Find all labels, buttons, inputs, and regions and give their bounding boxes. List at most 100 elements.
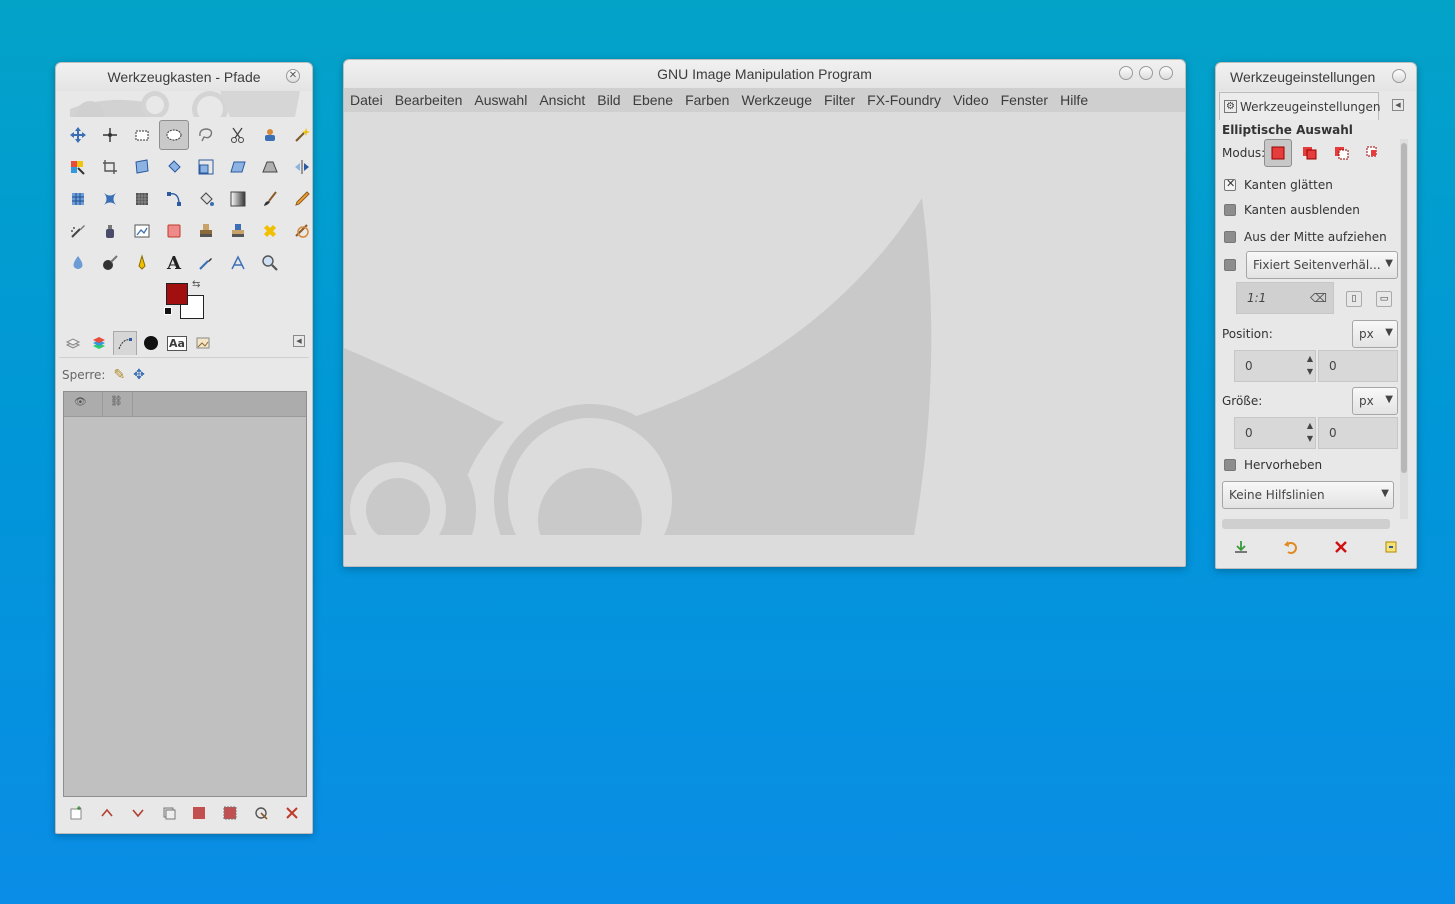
menu-bild[interactable]: Bild bbox=[591, 88, 626, 112]
antialias-checkbox[interactable] bbox=[1224, 177, 1236, 191]
new-path-button[interactable] bbox=[68, 805, 84, 824]
perspective-clone-tool-button[interactable] bbox=[287, 216, 317, 246]
clear-ratio-icon[interactable]: ⌫ bbox=[1310, 283, 1327, 313]
raise-path-button[interactable] bbox=[99, 805, 115, 824]
dock-menu-icon[interactable]: ◀ bbox=[293, 335, 305, 347]
minimize-button[interactable] bbox=[1119, 66, 1133, 80]
size-h-input[interactable]: 0 bbox=[1318, 417, 1398, 449]
layers-tab[interactable] bbox=[61, 331, 85, 355]
maximize-button[interactable] bbox=[1139, 66, 1153, 80]
options-titlebar[interactable]: Werkzeugeinstellungen bbox=[1216, 63, 1416, 91]
menu-hilfe[interactable]: Hilfe bbox=[1054, 88, 1094, 112]
portrait-button[interactable]: ▯ bbox=[1346, 291, 1362, 307]
size-unit-combo[interactable]: px ▼ bbox=[1352, 387, 1398, 415]
reset-options-button[interactable] bbox=[1383, 539, 1399, 558]
text-tool-button[interactable]: A bbox=[159, 248, 189, 278]
duplicate-path-button[interactable] bbox=[161, 805, 177, 824]
feather-row[interactable]: Kanten ausblenden bbox=[1224, 203, 1360, 217]
channels-tab[interactable] bbox=[87, 331, 111, 355]
options-close-button[interactable] bbox=[1392, 69, 1406, 83]
menu-werkzeuge[interactable]: Werkzeuge bbox=[735, 88, 818, 112]
fixed-checkbox[interactable] bbox=[1224, 259, 1236, 271]
mode-replace-button[interactable] bbox=[1264, 139, 1292, 167]
options-scrollbar[interactable] bbox=[1400, 139, 1408, 519]
images-tab[interactable] bbox=[191, 331, 215, 355]
delete-path-button[interactable] bbox=[284, 805, 300, 824]
ellipse-select-tool-button[interactable] bbox=[159, 120, 189, 150]
default-colors-icon[interactable] bbox=[164, 307, 172, 315]
expand-center-checkbox[interactable] bbox=[1224, 231, 1236, 243]
brushes-tab[interactable] bbox=[139, 331, 163, 355]
heal-bandage-tool-button[interactable] bbox=[255, 216, 285, 246]
cage-transform-tool-button[interactable] bbox=[63, 184, 93, 214]
mypaint-brush-tool-button[interactable] bbox=[127, 216, 157, 246]
options-h-scrollbar[interactable] bbox=[1222, 519, 1390, 529]
toolbox-close-button[interactable]: ✕ bbox=[286, 69, 300, 83]
chain-column-icon[interactable]: ⛓ bbox=[110, 396, 123, 407]
toolbox-titlebar[interactable]: Werkzeugkasten - Pfade ✕ bbox=[56, 63, 312, 91]
menu-datei[interactable]: Datei bbox=[344, 88, 389, 112]
paintbrush-tool-button[interactable] bbox=[255, 184, 285, 214]
lasso-tool-button[interactable] bbox=[191, 120, 221, 150]
lock-position-icon[interactable]: ✥ bbox=[133, 367, 145, 383]
flip-tool-button[interactable] bbox=[287, 152, 317, 182]
guides-combo[interactable]: Keine Hilfslinien ▼ bbox=[1222, 481, 1394, 509]
position-y-input[interactable]: 0 bbox=[1318, 350, 1398, 382]
zoom-tool-button[interactable] bbox=[255, 248, 285, 278]
expand-center-row[interactable]: Aus der Mitte aufziehen bbox=[1224, 230, 1387, 244]
ratio-input[interactable]: 1:1 ⌫ bbox=[1236, 282, 1334, 314]
menu-ansicht[interactable]: Ansicht bbox=[533, 88, 591, 112]
position-unit-combo[interactable]: px ▼ bbox=[1352, 320, 1398, 348]
fonts-tab[interactable]: Aa bbox=[165, 331, 189, 355]
swap-colors-icon[interactable]: ⇆ bbox=[192, 279, 200, 290]
perspective-tool-button[interactable] bbox=[255, 152, 285, 182]
color-picker-tool-button[interactable] bbox=[191, 248, 221, 278]
options-tab[interactable]: ⚙ Werkzeugeinstellungen bbox=[1219, 92, 1380, 120]
scale-tool-button[interactable] bbox=[191, 152, 221, 182]
menu-fx-foundry[interactable]: FX-Foundry bbox=[861, 88, 947, 112]
options-scrollbar-thumb[interactable] bbox=[1401, 143, 1407, 473]
unified-transform-tool-button[interactable] bbox=[127, 152, 157, 182]
mode-add-button[interactable] bbox=[1296, 139, 1324, 167]
feather-checkbox[interactable] bbox=[1224, 204, 1236, 216]
menu-bearbeiten[interactable]: Bearbeiten bbox=[389, 88, 469, 112]
position-x-input[interactable]: 0 ▲ ▼ bbox=[1234, 350, 1316, 382]
fixed-mode-combo[interactable]: Fixiert Seitenverhäl... ▼ bbox=[1246, 251, 1398, 279]
foreground-select-tool-button[interactable] bbox=[255, 120, 285, 150]
shear-tool-button[interactable] bbox=[223, 152, 253, 182]
warp-tool-button[interactable] bbox=[95, 184, 125, 214]
size-w-input[interactable]: 0 ▲ ▼ bbox=[1234, 417, 1316, 449]
menu-video[interactable]: Video bbox=[947, 88, 995, 112]
delete-options-button[interactable] bbox=[1333, 539, 1349, 558]
lower-path-button[interactable] bbox=[130, 805, 146, 824]
scissors-select-tool-button[interactable] bbox=[223, 120, 253, 150]
airbrush-tool-button[interactable] bbox=[63, 216, 93, 246]
spin-arrows-icon[interactable]: ▲ ▼ bbox=[1307, 352, 1313, 378]
paint-along-path-button[interactable] bbox=[253, 805, 269, 824]
move-tool-button[interactable] bbox=[63, 120, 93, 150]
pencil-tool-button[interactable] bbox=[287, 184, 317, 214]
foreground-color-swatch[interactable] bbox=[166, 283, 188, 305]
visibility-column-icon[interactable]: 👁 bbox=[74, 397, 87, 408]
save-options-button[interactable] bbox=[1233, 539, 1249, 558]
paths-tab[interactable] bbox=[113, 331, 137, 355]
measure-tool-button[interactable] bbox=[223, 248, 253, 278]
handle-transform-tool-button[interactable] bbox=[127, 184, 157, 214]
eraser-tool-button[interactable] bbox=[159, 216, 189, 246]
landscape-button[interactable]: ▭ bbox=[1376, 291, 1392, 307]
rotate-tool-button[interactable] bbox=[159, 152, 189, 182]
options-dock-menu-icon[interactable]: ◀ bbox=[1392, 99, 1404, 111]
spin-arrows-icon[interactable]: ▲ ▼ bbox=[1307, 419, 1313, 445]
paths-tool-button[interactable] bbox=[159, 184, 189, 214]
fuzzy-select-tool-button[interactable] bbox=[287, 120, 317, 150]
menu-fenster[interactable]: Fenster bbox=[995, 88, 1054, 112]
crop-tool-button[interactable] bbox=[95, 152, 125, 182]
restore-options-button[interactable] bbox=[1283, 539, 1299, 558]
highlight-checkbox[interactable] bbox=[1224, 459, 1236, 471]
ink-tool-button[interactable] bbox=[95, 216, 125, 246]
dodge-tool-button[interactable] bbox=[127, 248, 157, 278]
close-button[interactable] bbox=[1159, 66, 1173, 80]
gradient-tool-button[interactable] bbox=[223, 184, 253, 214]
highlight-row[interactable]: Hervorheben bbox=[1224, 458, 1322, 472]
path-to-selection-button[interactable] bbox=[191, 805, 207, 824]
